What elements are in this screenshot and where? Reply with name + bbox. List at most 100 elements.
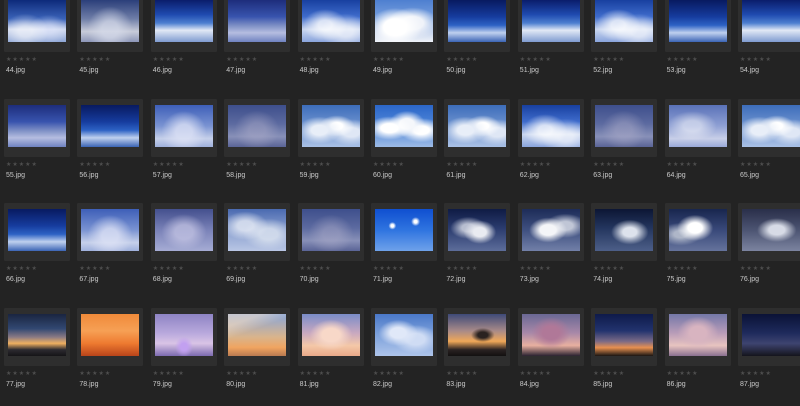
thumbnail-image[interactable]: [301, 209, 360, 251]
thumbnail-image[interactable]: [595, 209, 654, 251]
thumbnail-frame[interactable]: [77, 98, 144, 157]
rating-stars[interactable]: ★★★★★: [300, 370, 332, 377]
thumbnail-image[interactable]: [81, 104, 140, 147]
rating-stars[interactable]: ★★★★★: [226, 57, 258, 63]
thumbnail-cell[interactable]: ★★★★★ 87.jpg: [738, 307, 800, 406]
thumbnail-image[interactable]: [742, 313, 800, 356]
rating-stars[interactable]: ★★★★★: [740, 266, 772, 272]
thumbnail-cell[interactable]: ★★★★★ 66.jpg: [4, 203, 70, 301]
thumbnail-frame[interactable]: [297, 98, 364, 157]
rating-stars[interactable]: ★★★★★: [79, 161, 111, 168]
rating-stars[interactable]: ★★★★★: [226, 370, 258, 377]
thumbnail-frame[interactable]: [77, 203, 144, 261]
thumbnail-frame[interactable]: [517, 0, 584, 52]
thumbnail-frame[interactable]: [591, 307, 658, 366]
rating-stars[interactable]: ★★★★★: [520, 161, 552, 168]
thumbnail-frame[interactable]: [297, 203, 364, 261]
rating-stars[interactable]: ★★★★★: [79, 370, 111, 377]
thumbnail-frame[interactable]: [224, 203, 291, 261]
thumbnail-frame[interactable]: [224, 98, 291, 157]
thumbnail-cell[interactable]: ★★★★★ 49.jpg: [371, 0, 437, 92]
thumbnail-cell[interactable]: ★★★★★ 79.jpg: [150, 307, 217, 406]
thumbnail-frame[interactable]: [297, 0, 364, 52]
thumbnail-image[interactable]: [521, 209, 580, 251]
rating-stars[interactable]: ★★★★★: [593, 370, 625, 377]
thumbnail-cell[interactable]: ★★★★★ 46.jpg: [150, 0, 217, 92]
rating-stars[interactable]: ★★★★★: [446, 266, 478, 272]
thumbnail-cell[interactable]: ★★★★★ 70.jpg: [297, 203, 364, 301]
rating-stars[interactable]: ★★★★★: [667, 161, 699, 168]
thumbnail-image[interactable]: [154, 209, 213, 251]
thumbnail-frame[interactable]: [591, 203, 658, 261]
thumbnail-image[interactable]: [521, 104, 580, 147]
thumbnail-cell[interactable]: ★★★★★ 77.jpg: [4, 307, 70, 406]
thumbnail-frame[interactable]: [517, 203, 584, 261]
thumbnail-image[interactable]: [228, 313, 287, 356]
thumbnail-frame[interactable]: [444, 203, 511, 261]
rating-stars[interactable]: ★★★★★: [153, 57, 185, 63]
rating-stars[interactable]: ★★★★★: [6, 370, 38, 377]
rating-stars[interactable]: ★★★★★: [593, 161, 625, 168]
thumbnail-cell[interactable]: ★★★★★ 72.jpg: [444, 203, 511, 301]
thumbnail-frame[interactable]: [444, 307, 511, 366]
rating-stars[interactable]: ★★★★★: [373, 57, 405, 63]
thumbnail-cell[interactable]: ★★★★★ 83.jpg: [444, 307, 511, 406]
rating-stars[interactable]: ★★★★★: [226, 161, 258, 168]
thumbnail-cell[interactable]: ★★★★★ 74.jpg: [591, 203, 658, 301]
rating-stars[interactable]: ★★★★★: [79, 57, 111, 63]
rating-stars[interactable]: ★★★★★: [373, 161, 405, 168]
thumbnail-frame[interactable]: [371, 98, 437, 157]
thumbnail-cell[interactable]: ★★★★★ 62.jpg: [517, 98, 584, 197]
thumbnail-cell[interactable]: ★★★★★ 54.jpg: [738, 0, 800, 92]
thumbnail-cell[interactable]: ★★★★★ 80.jpg: [224, 307, 291, 406]
thumbnail-frame[interactable]: [297, 307, 364, 366]
thumbnail-image[interactable]: [521, 0, 580, 42]
thumbnail-frame[interactable]: [664, 98, 731, 157]
thumbnail-frame[interactable]: [4, 203, 70, 261]
thumbnail-image[interactable]: [448, 313, 507, 356]
rating-stars[interactable]: ★★★★★: [153, 161, 185, 168]
thumbnail-cell[interactable]: ★★★★★ 63.jpg: [591, 98, 658, 197]
thumbnail-frame[interactable]: [444, 0, 511, 52]
thumbnail-image[interactable]: [375, 313, 433, 356]
thumbnail-cell[interactable]: ★★★★★ 51.jpg: [517, 0, 584, 92]
thumbnail-frame[interactable]: [591, 0, 658, 52]
rating-stars[interactable]: ★★★★★: [446, 57, 478, 63]
rating-stars[interactable]: ★★★★★: [446, 370, 478, 377]
thumbnail-frame[interactable]: [4, 307, 70, 366]
thumbnail-frame[interactable]: [77, 307, 144, 366]
thumbnail-cell[interactable]: ★★★★★ 69.jpg: [224, 203, 291, 301]
rating-stars[interactable]: ★★★★★: [6, 57, 38, 63]
thumbnail-frame[interactable]: [738, 0, 800, 52]
rating-stars[interactable]: ★★★★★: [300, 161, 332, 168]
thumbnail-image[interactable]: [375, 104, 433, 147]
thumbnail-image[interactable]: [154, 313, 213, 356]
thumbnail-cell[interactable]: ★★★★★ 48.jpg: [297, 0, 364, 92]
thumbnail-cell[interactable]: ★★★★★ 45.jpg: [77, 0, 144, 92]
thumbnail-image[interactable]: [448, 104, 507, 147]
thumbnail-image[interactable]: [595, 0, 654, 42]
thumbnail-frame[interactable]: [224, 307, 291, 366]
thumbnail-frame[interactable]: [444, 98, 511, 157]
rating-stars[interactable]: ★★★★★: [300, 266, 332, 272]
thumbnail-image[interactable]: [742, 0, 800, 42]
thumbnail-image[interactable]: [154, 0, 213, 42]
rating-stars[interactable]: ★★★★★: [373, 266, 405, 272]
thumbnail-image[interactable]: [154, 104, 213, 147]
thumbnail-image[interactable]: [448, 0, 507, 42]
thumbnail-cell[interactable]: ★★★★★ 81.jpg: [297, 307, 364, 406]
thumbnail-image[interactable]: [742, 209, 800, 251]
thumbnail-cell[interactable]: ★★★★★ 75.jpg: [664, 203, 731, 301]
thumbnail-cell[interactable]: ★★★★★ 85.jpg: [591, 307, 658, 406]
thumbnail-frame[interactable]: [664, 203, 731, 261]
thumbnail-cell[interactable]: ★★★★★ 57.jpg: [150, 98, 217, 197]
rating-stars[interactable]: ★★★★★: [6, 161, 38, 168]
thumbnail-image[interactable]: [668, 104, 727, 147]
thumbnail-image[interactable]: [81, 313, 140, 356]
thumbnail-image[interactable]: [668, 0, 727, 42]
rating-stars[interactable]: ★★★★★: [79, 266, 111, 272]
thumbnail-image[interactable]: [301, 104, 360, 147]
thumbnail-image[interactable]: [668, 313, 727, 356]
thumbnail-image[interactable]: [595, 313, 654, 356]
rating-stars[interactable]: ★★★★★: [667, 57, 699, 63]
